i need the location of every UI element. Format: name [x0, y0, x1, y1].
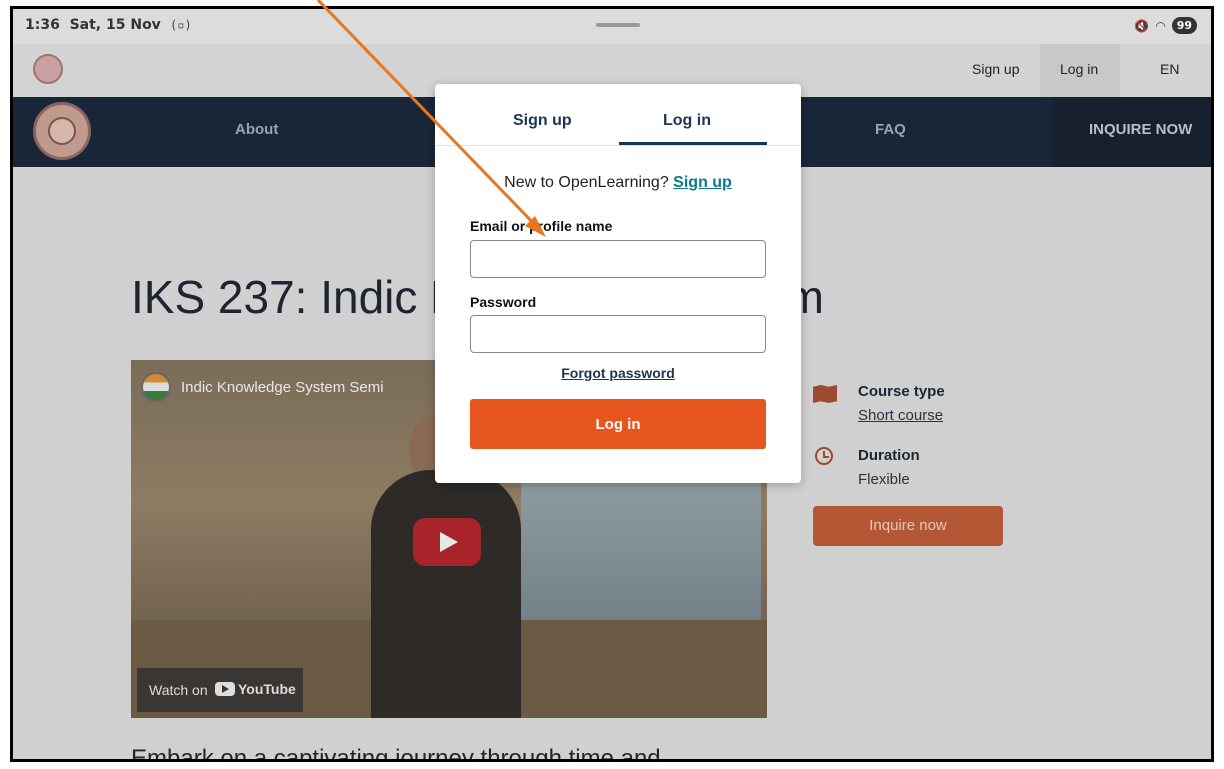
email-label: Email or profile name [470, 218, 613, 234]
site-logo-small[interactable] [33, 54, 63, 84]
nav-about[interactable]: About [235, 121, 278, 138]
watch-on-label: Watch on [149, 682, 208, 698]
play-icon[interactable] [413, 518, 481, 566]
login-modal: Sign up Log in New to OpenLearning? Sign… [435, 84, 801, 483]
clock-icon [815, 447, 833, 465]
duration-label: Duration [858, 447, 920, 464]
nav-inquire-now[interactable]: INQUIRE NOW [1089, 121, 1192, 138]
course-intro-text: Embark on a captivating journey through … [131, 745, 661, 762]
tablet-screen: 1:36 Sat, 15 Nov (▫) 🔇 ◠ 99 Sign up Log … [10, 6, 1214, 762]
mute-icon: 🔇 [1134, 18, 1150, 33]
channel-avatar[interactable] [141, 372, 171, 402]
modal-signup-link[interactable]: Sign up [673, 174, 732, 191]
inquire-now-button[interactable]: Inquire now [813, 506, 1003, 546]
language-selector[interactable]: EN [1160, 61, 1179, 77]
screenshot-icon: (▫) [170, 18, 192, 32]
signup-link[interactable]: Sign up [972, 61, 1019, 77]
nav-faq[interactable]: FAQ [875, 121, 906, 138]
youtube-logo-icon: YouTube [215, 681, 296, 697]
password-field[interactable] [470, 315, 766, 353]
wifi-icon: ◠ [1155, 18, 1166, 33]
login-link[interactable]: Log in [1060, 61, 1098, 77]
course-type-label: Course type [858, 383, 945, 400]
video-title[interactable]: Indic Knowledge System Semi [181, 379, 384, 396]
home-indicator[interactable] [543, 759, 738, 762]
tab-signup[interactable]: Sign up [513, 112, 572, 130]
inquire-now-label: Inquire now [869, 517, 947, 534]
institution-logo[interactable] [33, 102, 91, 160]
map-icon [813, 385, 837, 403]
status-time: 1:36 Sat, 15 Nov [25, 17, 161, 33]
login-button[interactable]: Log in [470, 399, 766, 449]
password-label: Password [470, 294, 537, 310]
new-to-openlearning: New to OpenLearning? Sign up [435, 174, 801, 192]
watch-on-youtube[interactable]: Watch on YouTube [137, 668, 303, 712]
status-icons: 🔇 ◠ 99 [1134, 17, 1197, 34]
email-field[interactable] [470, 240, 766, 278]
battery-indicator: 99 [1171, 17, 1197, 34]
tab-login[interactable]: Log in [663, 112, 711, 130]
course-type-link[interactable]: Short course [858, 407, 943, 424]
tab-divider [435, 145, 801, 146]
forgot-password-link[interactable]: Forgot password [435, 365, 801, 381]
duration-value: Flexible [858, 471, 910, 488]
drag-handle[interactable] [596, 23, 640, 27]
new-to-text: New to OpenLearning? [504, 174, 669, 191]
status-bar: 1:36 Sat, 15 Nov (▫) 🔇 ◠ 99 [13, 9, 1211, 44]
login-button-label: Log in [595, 416, 641, 433]
video-presenter [371, 470, 521, 718]
video-channel[interactable]: Indic Knowledge System Semi [141, 372, 384, 402]
